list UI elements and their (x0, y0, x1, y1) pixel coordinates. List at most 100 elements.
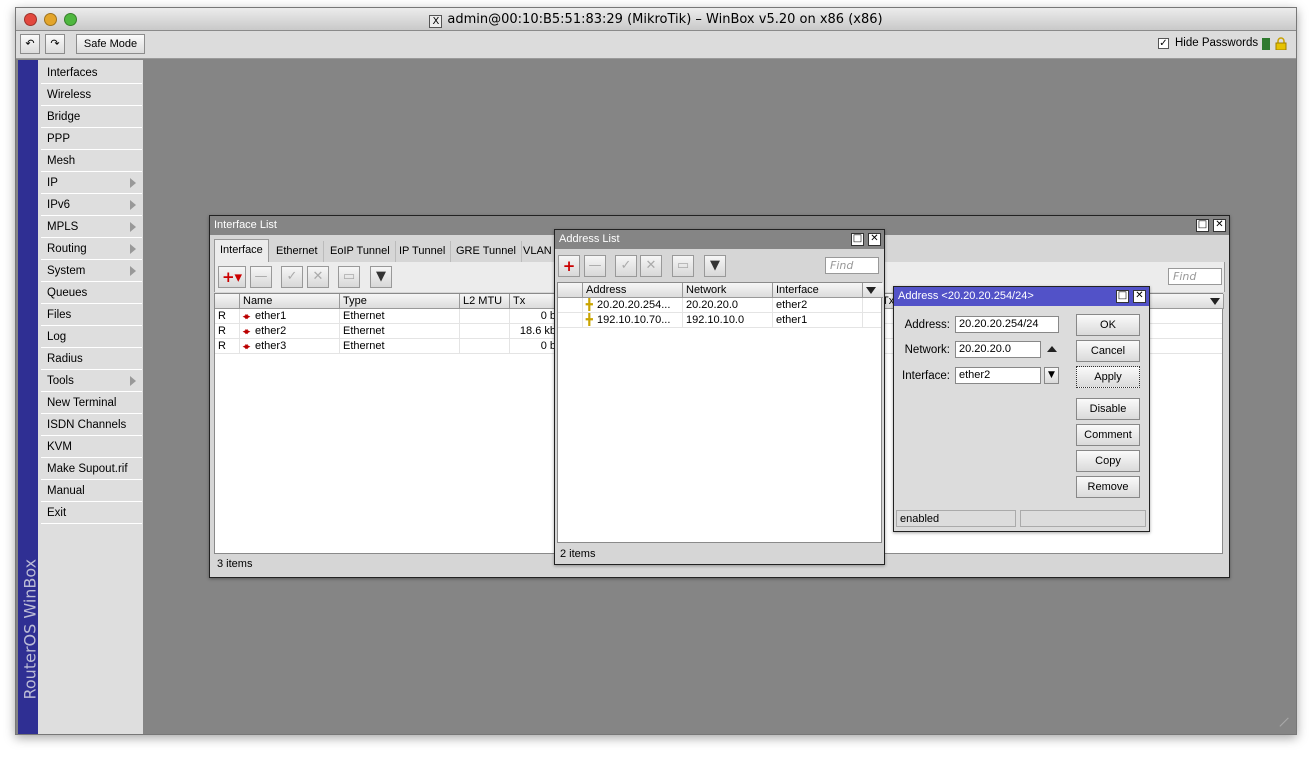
tx-cell: 0 b (510, 309, 560, 324)
remove-icon[interactable]: — (584, 255, 606, 277)
comment-icon[interactable]: ▭ (672, 255, 694, 277)
apply-button[interactable]: Apply (1076, 366, 1140, 388)
menu-label: KVM (47, 441, 72, 453)
comment-button[interactable]: Comment (1076, 424, 1140, 446)
copy-button[interactable]: Copy (1076, 450, 1140, 472)
menu-item-radius[interactable]: Radius (41, 348, 142, 370)
interface-column-header[interactable]: Interface (773, 283, 863, 298)
column-menu-icon[interactable] (1210, 298, 1220, 305)
address-dialog: Address <20.20.20.254/24> □ ✕ Address: 2… (893, 286, 1150, 532)
comment-icon[interactable]: ▭ (338, 266, 360, 288)
tab-ethernet[interactable]: Ethernet (271, 241, 324, 262)
disable-icon[interactable]: ✕ (307, 266, 329, 288)
maximize-icon[interactable]: □ (1116, 290, 1129, 303)
menu-item-wireless[interactable]: Wireless (41, 84, 142, 106)
filter-icon[interactable]: ▼ (704, 255, 726, 277)
add-icon[interactable]: +▾ (218, 266, 246, 288)
menu-item-ipv6[interactable]: IPv6 (41, 194, 142, 216)
hide-passwords-checkbox[interactable]: ✓ (1158, 38, 1169, 49)
tab-ip-tunnel[interactable]: IP Tunnel (394, 241, 452, 262)
resize-grip-icon[interactable] (1279, 717, 1296, 734)
flag-column-header[interactable] (558, 283, 583, 298)
name-cell: ◂▸ ether3 (240, 339, 340, 354)
menu-item-interfaces[interactable]: Interfaces (41, 62, 142, 84)
close-icon[interactable]: ✕ (1213, 219, 1226, 232)
address-label: Address: (904, 319, 950, 331)
find-input[interactable]: Find (825, 257, 879, 274)
address-cell: ╋ 20.20.20.254... (583, 298, 683, 313)
ok-button[interactable]: OK (1076, 314, 1140, 336)
submenu-arrow-icon (130, 222, 136, 232)
menu-item-kvm[interactable]: KVM (41, 436, 142, 458)
dropdown-icon[interactable]: ▼ (1044, 367, 1059, 384)
menu-item-ppp[interactable]: PPP (41, 128, 142, 150)
address-field[interactable]: 20.20.20.254/24 (955, 316, 1059, 333)
menu-item-system[interactable]: System (41, 260, 142, 282)
tab-gre-tunnel[interactable]: GRE Tunnel (451, 241, 522, 262)
interface-select[interactable]: ether2 (955, 367, 1041, 384)
tab-interface[interactable]: Interface (214, 239, 269, 263)
menu-label: Wireless (47, 89, 92, 101)
type-column-header[interactable]: Type (340, 294, 460, 309)
menu-item-queues[interactable]: Queues (41, 282, 142, 304)
address-column-header[interactable]: Address (583, 283, 683, 298)
safe-mode-button[interactable]: Safe Mode (76, 34, 145, 54)
undo-button[interactable]: ↶ (20, 34, 40, 54)
maximize-icon[interactable]: □ (851, 233, 864, 246)
tab-eoip-tunnel[interactable]: EoIP Tunnel (325, 241, 396, 262)
name-text: ether2 (255, 325, 287, 337)
find-input[interactable]: Find (1168, 268, 1222, 285)
menu-item-ip[interactable]: IP (41, 172, 142, 194)
enable-icon[interactable]: ✓ (615, 255, 637, 277)
menu-item-log[interactable]: Log (41, 326, 142, 348)
address-icon: ╋ (586, 299, 593, 311)
network-field[interactable]: 20.20.20.0 (955, 341, 1041, 358)
zoom-window-button[interactable] (64, 13, 77, 26)
l2mtu-cell (460, 324, 510, 339)
menu-label: New Terminal (47, 397, 117, 409)
window-title: Interface List (214, 219, 277, 231)
maximize-icon[interactable]: □ (1196, 219, 1209, 232)
close-icon[interactable]: ✕ (1133, 290, 1146, 303)
tx-column-header[interactable]: Tx (510, 294, 560, 309)
disable-button[interactable]: Disable (1076, 398, 1140, 420)
menu-item-isdn-channels[interactable]: ISDN Channels (41, 414, 142, 436)
menu-item-tools[interactable]: Tools (41, 370, 142, 392)
disable-icon[interactable]: ✕ (640, 255, 662, 277)
menu-item-mpls[interactable]: MPLS (41, 216, 142, 238)
window-titlebar: Xadmin@00:10:B5:51:83:29 (MikroTik) – Wi… (16, 8, 1296, 31)
close-icon[interactable]: ✕ (868, 233, 881, 246)
name-text: ether1 (255, 310, 287, 322)
menu-label: Tools (47, 375, 74, 387)
menu-item-bridge[interactable]: Bridge (41, 106, 142, 128)
table-row[interactable]: ╋ 20.20.20.254... 20.20.20.0 ether2 (558, 298, 881, 313)
add-icon[interactable]: + (558, 255, 580, 277)
tab-vlan[interactable]: VLAN (518, 241, 558, 262)
collapse-icon[interactable] (1047, 346, 1057, 352)
network-column-header[interactable]: Network (683, 283, 773, 298)
menu-item-mesh[interactable]: Mesh (41, 150, 142, 172)
menu-item-make-supout[interactable]: Make Supout.rif (41, 458, 142, 480)
enable-icon[interactable]: ✓ (281, 266, 303, 288)
cancel-button[interactable]: Cancel (1076, 340, 1140, 362)
status-field-2 (1020, 510, 1146, 527)
column-menu-icon[interactable] (866, 287, 876, 294)
filter-icon[interactable]: ▼ (370, 266, 392, 288)
winbox-window: Xadmin@00:10:B5:51:83:29 (MikroTik) – Wi… (15, 7, 1297, 735)
l2mtu-column-header[interactable]: L2 MTU (460, 294, 510, 309)
minimize-window-button[interactable] (44, 13, 57, 26)
remove-button[interactable]: Remove (1076, 476, 1140, 498)
close-window-button[interactable] (24, 13, 37, 26)
menu-item-new-terminal[interactable]: New Terminal (41, 392, 142, 414)
menu-item-exit[interactable]: Exit (41, 502, 142, 524)
redo-button[interactable]: ↷ (45, 34, 65, 54)
name-column-header[interactable]: Name (240, 294, 340, 309)
menu-item-files[interactable]: Files (41, 304, 142, 326)
flag-column-header[interactable] (215, 294, 240, 309)
submenu-arrow-icon (130, 200, 136, 210)
table-row[interactable]: ╋ 192.10.10.70... 192.10.10.0 ether1 (558, 313, 881, 328)
name-text: ether3 (255, 340, 287, 352)
remove-icon[interactable]: — (250, 266, 272, 288)
menu-item-manual[interactable]: Manual (41, 480, 142, 502)
menu-item-routing[interactable]: Routing (41, 238, 142, 260)
